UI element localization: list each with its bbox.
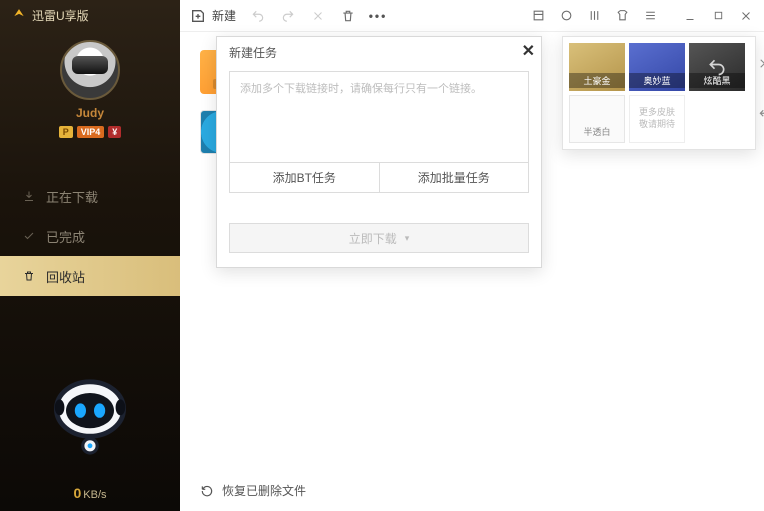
profile: Judy P VIP4 ¥ (0, 30, 180, 150)
theme-undo-icon[interactable] (758, 108, 764, 122)
window-controls (682, 8, 754, 24)
theme-swatch-more: 更多皮肤 敬请期待 (629, 95, 685, 143)
new-task-icon (190, 8, 206, 24)
restore-deleted-button[interactable]: 恢复已删除文件 (200, 482, 306, 499)
download-icon (22, 189, 36, 203)
theme-swatch-dark[interactable]: 炫酷黑 (689, 43, 745, 91)
chevron-down-icon: ▾ (405, 233, 410, 244)
speed-indicator: 0KB/s (0, 485, 180, 501)
speed-unit: KB/s (83, 489, 106, 501)
app-title-bar: 迅雷U享版 (0, 0, 180, 30)
undo-icon (250, 8, 266, 24)
app-title: 迅雷U享版 (32, 7, 89, 24)
new-task-button[interactable]: 新建 (190, 7, 236, 24)
sidebar-item-label: 正在下载 (46, 187, 98, 206)
sidebar-item-label: 回收站 (46, 267, 85, 286)
sidebar-item-downloading[interactable]: 正在下载 (0, 176, 180, 216)
app-logo-icon (12, 8, 26, 22)
restore-icon (200, 484, 214, 498)
menu-icon[interactable] (642, 8, 658, 24)
redo-icon (280, 8, 296, 24)
minimize-icon[interactable] (682, 8, 698, 24)
theme-swatch-gold[interactable]: 土豪金 (569, 43, 625, 91)
theme-close-icon[interactable] (758, 57, 764, 70)
close-icon[interactable] (738, 8, 754, 24)
theme-swatch-blue[interactable]: 奥妙蓝 (629, 43, 685, 91)
cancel-icon (310, 8, 326, 24)
username[interactable]: Judy (76, 106, 104, 120)
sidebar-item-completed[interactable]: 已完成 (0, 216, 180, 256)
maximize-icon[interactable] (710, 8, 726, 24)
badge-p: P (59, 126, 73, 138)
add-batch-button[interactable]: 添加批量任务 (379, 163, 530, 193)
sidebar-item-label: 已完成 (46, 227, 85, 246)
badge-year: ¥ (108, 126, 121, 138)
topbar-right-icons (530, 8, 658, 24)
add-bt-button[interactable]: 添加BT任务 (229, 163, 379, 193)
download-now-button[interactable]: 立即下载 ▾ (229, 223, 529, 253)
undo-icon (689, 43, 745, 91)
more-icon[interactable]: ••• (370, 8, 386, 24)
layout2-icon[interactable] (558, 8, 574, 24)
avatar[interactable] (60, 40, 120, 100)
sidebar-nav: 正在下载 已完成 回收站 (0, 176, 180, 296)
assistant-robot-icon[interactable] (0, 369, 180, 465)
trash-icon (22, 269, 36, 283)
layout3-icon[interactable] (586, 8, 602, 24)
restore-label: 恢复已删除文件 (222, 482, 306, 499)
sidebar: 迅雷U享版 Judy P VIP4 ¥ 正在下载 已完成 回收站 (0, 0, 180, 511)
layout1-icon[interactable] (530, 8, 546, 24)
dialog-close-icon[interactable]: ✕ (522, 41, 535, 61)
trash-icon[interactable] (340, 8, 356, 24)
theme-panel: 土豪金 奥妙蓝 炫酷黑 半透白 更多皮肤 敬请期待 (562, 36, 756, 150)
badges: P VIP4 ¥ (59, 126, 122, 138)
links-placeholder: 添加多个下载链接时，请确保每行只有一个链接。 (240, 83, 482, 95)
skin-icon[interactable] (614, 8, 630, 24)
dialog-title: 新建任务 (229, 44, 277, 61)
topbar: 新建 ••• (180, 0, 764, 32)
new-task-label: 新建 (212, 7, 236, 24)
new-task-dialog: 新建任务 ✕ 添加多个下载链接时，请确保每行只有一个链接。 添加BT任务 添加批… (216, 36, 542, 268)
check-icon (22, 229, 36, 243)
theme-swatch-white[interactable]: 半透白 (569, 95, 625, 143)
dialog-title-bar: 新建任务 ✕ (217, 37, 541, 67)
badge-vip: VIP4 (77, 126, 105, 138)
links-textarea[interactable]: 添加多个下载链接时，请确保每行只有一个链接。 (229, 71, 529, 163)
sidebar-item-recycle[interactable]: 回收站 (0, 256, 180, 296)
speed-value: 0 (73, 485, 81, 501)
